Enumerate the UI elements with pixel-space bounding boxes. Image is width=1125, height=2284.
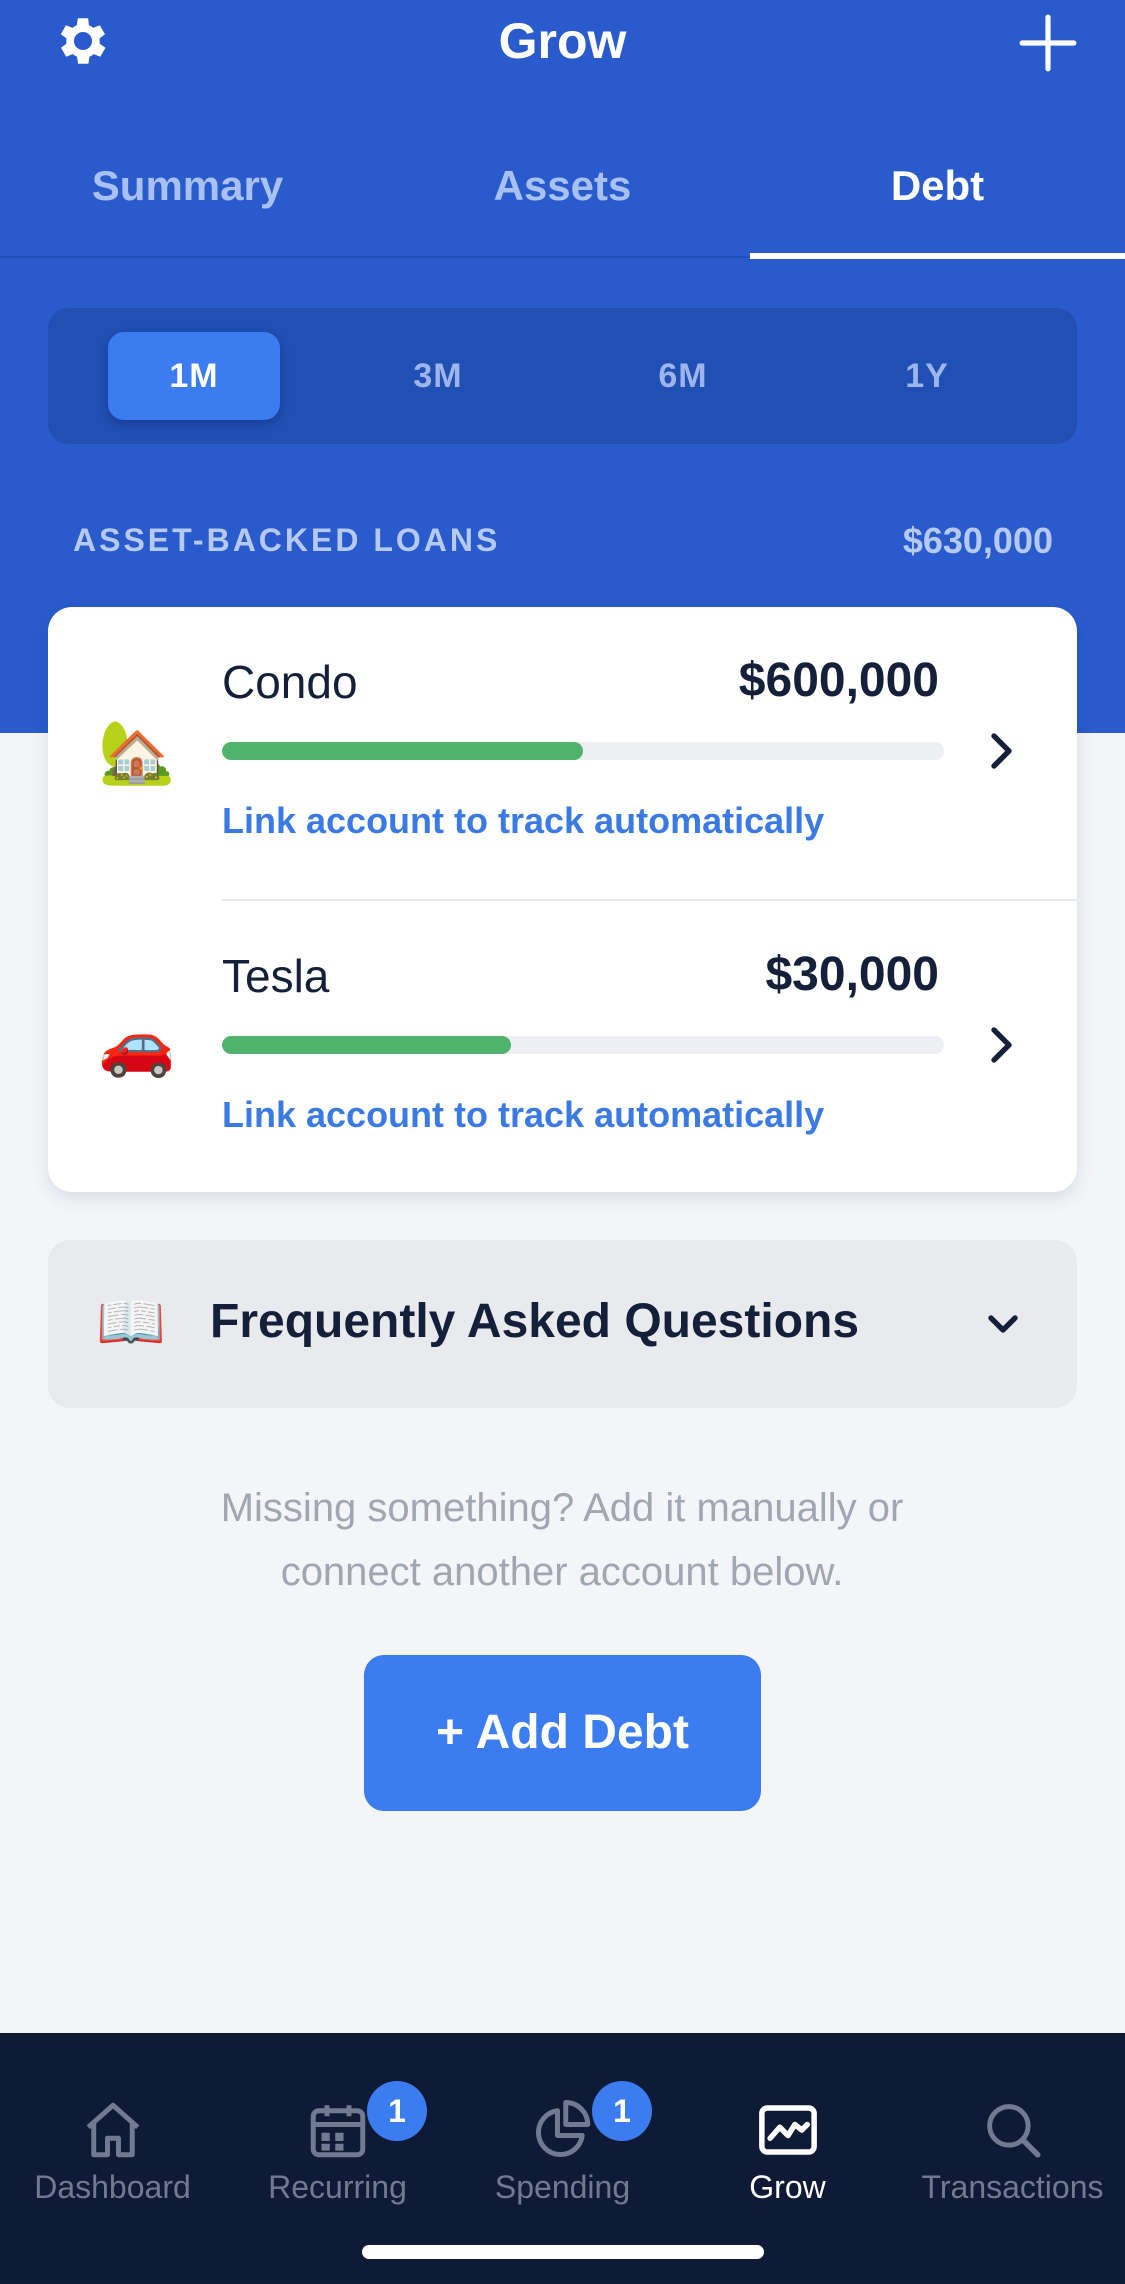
nav-label: Recurring — [268, 2169, 407, 2205]
loan-progress-fill — [222, 742, 583, 760]
loan-progress-bar — [222, 742, 944, 760]
page-title: Grow — [498, 13, 627, 69]
home-icon — [86, 2102, 140, 2158]
range-option-1y[interactable]: 1Y — [841, 332, 1013, 420]
missing-something-text: Missing something? Add it manually or co… — [112, 1476, 1012, 1604]
faq-accordion[interactable]: 📖 Frequently Asked Questions — [48, 1240, 1077, 1408]
notification-badge: 1 — [592, 2081, 652, 2141]
search-icon — [987, 2104, 1041, 2158]
book-icon: 📖 — [96, 1290, 166, 1353]
link-account-link[interactable]: Link account to track automatically — [222, 800, 824, 842]
tab-assets[interactable]: Assets — [375, 162, 750, 210]
tab-summary[interactable]: Summary — [0, 162, 375, 210]
nav-dashboard[interactable]: Dashboard — [0, 2061, 225, 2211]
loan-name: Condo — [222, 656, 358, 708]
nav-spending[interactable]: 1 Spending — [450, 2061, 675, 2211]
loan-name: Tesla — [222, 950, 330, 1002]
range-option-3m[interactable]: 3M — [352, 332, 524, 420]
loan-progress-fill — [222, 1036, 511, 1054]
nav-recurring[interactable]: 1 Recurring — [225, 2061, 450, 2211]
time-range-selector: 1M 3M 6M 1Y — [48, 308, 1077, 444]
nav-label: Grow — [749, 2169, 826, 2205]
plus-icon[interactable] — [1017, 12, 1079, 74]
pie-chart-icon — [536, 2100, 591, 2157]
loans-card: 🏡 Condo $600,000 Link account to track a… — [48, 607, 1077, 1192]
active-tab-indicator — [750, 253, 1125, 259]
calendar-icon — [310, 2105, 366, 2158]
house-icon: 🏡 — [98, 718, 176, 787]
chevron-right-icon — [991, 733, 1012, 769]
missing-text-line-2: connect another account below. — [280, 1550, 844, 1594]
loan-amount: $600,000 — [738, 654, 939, 707]
top-bar: Grow — [0, 0, 1125, 90]
notification-badge: 1 — [367, 2081, 427, 2141]
link-account-link[interactable]: Link account to track automatically — [222, 1094, 824, 1136]
car-icon: 🚗 — [98, 1010, 176, 1079]
nav-transactions[interactable]: Transactions — [900, 2061, 1125, 2211]
faq-title: Frequently Asked Questions — [210, 1295, 860, 1348]
section-label: ASSET-BACKED LOANS — [73, 522, 501, 558]
nav-label: Transactions — [921, 2169, 1104, 2205]
range-option-1m[interactable]: 1M — [108, 332, 280, 420]
add-debt-button[interactable]: + Add Debt — [364, 1655, 761, 1811]
range-option-6m[interactable]: 6M — [597, 332, 769, 420]
loan-progress-bar — [222, 1036, 944, 1054]
tab-debt[interactable]: Debt — [750, 162, 1125, 210]
nav-grow[interactable]: Grow — [675, 2061, 900, 2211]
section-total: $630,000 — [902, 520, 1053, 561]
chart-icon — [759, 2105, 817, 2155]
loan-amount: $30,000 — [765, 948, 939, 1001]
chevron-down-icon — [988, 1315, 1018, 1333]
tab-bar: Summary Assets Debt — [0, 140, 1125, 259]
nav-label: Dashboard — [34, 2169, 191, 2205]
chevron-right-icon — [991, 1027, 1012, 1063]
loan-row-tesla[interactable]: 🚗 Tesla $30,000 Link account to track au… — [48, 901, 1077, 1193]
nav-label: Spending — [494, 2169, 631, 2205]
loan-row-condo[interactable]: 🏡 Condo $600,000 Link account to track a… — [48, 607, 1077, 899]
missing-text-line-1: Missing something? Add it manually or — [220, 1486, 904, 1530]
home-indicator — [362, 2245, 764, 2259]
